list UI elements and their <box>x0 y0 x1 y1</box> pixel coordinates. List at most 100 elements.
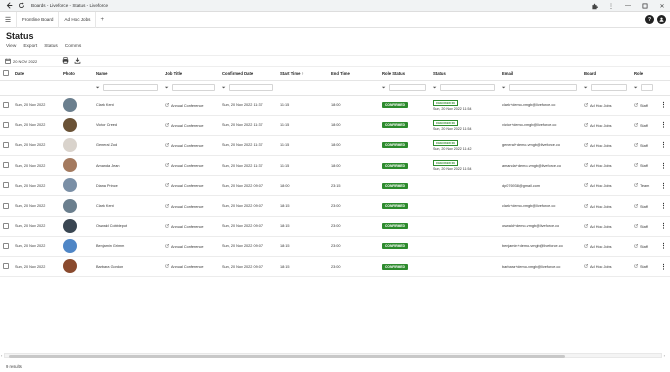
help-button[interactable]: ? <box>645 15 654 24</box>
cell-job-title[interactable]: Annual Conference <box>162 155 219 177</box>
scrollbar-thumb[interactable] <box>9 355 565 358</box>
scroll-left-icon[interactable]: ‹ <box>1 353 2 358</box>
cell-board[interactable]: Ad Hoc Jobs <box>581 115 631 136</box>
cell-role[interactable]: Staff <box>631 236 657 258</box>
row-checkbox[interactable] <box>3 202 9 209</box>
cell-role[interactable]: Staff <box>631 95 657 116</box>
menu-comms[interactable]: Comms <box>65 44 82 49</box>
select-all-checkbox[interactable] <box>3 69 9 76</box>
tab-frontline-board[interactable]: Frontline Board <box>16 11 60 28</box>
col-job-title[interactable]: Job Title <box>162 67 219 81</box>
table-row[interactable]: Sun, 20 Nov 2022 General Zod Annual Conf… <box>0 135 670 157</box>
scroll-right-icon[interactable]: › <box>664 353 665 358</box>
row-checkbox[interactable] <box>3 182 9 189</box>
col-photo[interactable]: Photo <box>60 67 93 81</box>
cell-board[interactable]: Ad Hoc Jobs <box>581 135 631 157</box>
row-actions-icon[interactable]: ⋮ <box>660 264 667 271</box>
download-icon[interactable] <box>74 57 81 65</box>
extensions-icon[interactable] <box>590 2 598 10</box>
row-actions-icon[interactable]: ⋮ <box>660 163 667 170</box>
filter-icon[interactable]: ⏷ <box>634 85 638 90</box>
row-checkbox[interactable] <box>3 222 9 229</box>
row-checkbox[interactable] <box>3 162 9 169</box>
row-checkbox[interactable] <box>3 141 9 148</box>
row-actions-icon[interactable]: ⋮ <box>660 203 667 210</box>
cell-name[interactable]: Barbara Gordon <box>93 256 162 278</box>
col-end-time[interactable]: End Time <box>328 67 379 81</box>
menu-view[interactable]: View <box>6 44 16 49</box>
cell-role[interactable]: Staff <box>631 135 657 157</box>
table-row[interactable]: Sun, 20 Nov 2022 Clark Kent Annual Confe… <box>0 195 670 217</box>
table-row[interactable]: Sun, 20 Nov 2022 Benjamin Grimm Annual C… <box>0 236 670 258</box>
filter-icon[interactable]: ⏷ <box>433 85 437 90</box>
email-filter-input[interactable] <box>508 84 577 91</box>
col-role-status[interactable]: Role Status <box>379 67 430 81</box>
cell-board[interactable]: Ad Hoc Jobs <box>581 155 631 177</box>
col-start-time[interactable]: Start Time ↑ <box>277 67 328 81</box>
cell-board[interactable]: Ad Hoc Jobs <box>581 95 631 116</box>
cell-name[interactable]: General Zod <box>93 135 162 157</box>
col-status[interactable]: Status <box>430 67 499 81</box>
col-board[interactable]: Board <box>581 67 631 81</box>
cell-name[interactable]: Oswald Cobblepot <box>93 216 162 237</box>
cell-board[interactable]: Ad Hoc Jobs <box>581 175 631 197</box>
back-icon[interactable] <box>5 2 13 10</box>
cell-role[interactable]: Staff <box>631 216 657 237</box>
role-status-filter-input[interactable] <box>388 84 426 91</box>
board-filter-input[interactable] <box>590 84 627 91</box>
cell-job-title[interactable]: Annual Conference <box>162 115 219 136</box>
col-name[interactable]: Name <box>93 67 162 81</box>
cell-job-title[interactable]: Annual Conference <box>162 135 219 157</box>
job-title-filter-input[interactable] <box>171 84 215 91</box>
cell-job-title[interactable]: Annual Conference <box>162 236 219 258</box>
confirmed-date-filter-input[interactable] <box>228 84 273 91</box>
filter-icon[interactable]: ⏷ <box>222 85 226 90</box>
cell-job-title[interactable]: Annual Conference <box>162 195 219 217</box>
cell-board[interactable]: Ad Hoc Jobs <box>581 236 631 258</box>
menu-export[interactable]: Export <box>23 44 37 49</box>
cell-name[interactable]: Clark Kent <box>93 195 162 217</box>
status-filter-input[interactable] <box>439 84 495 91</box>
row-actions-icon[interactable]: ⋮ <box>660 142 667 149</box>
col-email[interactable]: Email <box>499 67 581 81</box>
row-actions-icon[interactable]: ⋮ <box>660 223 667 230</box>
cell-job-title[interactable]: Annual Conference <box>162 256 219 278</box>
row-checkbox[interactable] <box>3 242 9 249</box>
user-avatar-button[interactable] <box>657 15 666 24</box>
menu-status[interactable]: Status <box>44 44 58 49</box>
cell-board[interactable]: Ad Hoc Jobs <box>581 195 631 217</box>
row-actions-icon[interactable]: ⋮ <box>660 183 667 190</box>
row-actions-icon[interactable]: ⋮ <box>660 122 667 129</box>
cell-role[interactable]: Staff <box>631 115 657 136</box>
table-row[interactable]: Sun, 20 Nov 2022 Clark Kent Annual Confe… <box>0 95 670 116</box>
role-filter-input[interactable] <box>640 84 653 91</box>
row-checkbox[interactable] <box>3 263 9 270</box>
table-row[interactable]: Sun, 20 Nov 2022 Amanda Jean Annual Conf… <box>0 155 670 177</box>
row-checkbox[interactable] <box>3 101 9 108</box>
cell-role[interactable]: Staff <box>631 195 657 217</box>
table-row[interactable]: Sun, 20 Nov 2022 Diana Prince Annual Con… <box>0 175 670 197</box>
refresh-icon[interactable] <box>17 2 25 10</box>
cell-board[interactable]: Ad Hoc Jobs <box>581 256 631 278</box>
cell-name[interactable]: Amanda Jean <box>93 155 162 177</box>
filter-icon[interactable]: ⏷ <box>96 85 100 90</box>
cell-name[interactable]: Clark Kent <box>93 95 162 116</box>
filter-icon[interactable]: ⏷ <box>165 85 169 90</box>
col-date[interactable]: Date <box>12 67 60 81</box>
filter-icon[interactable]: ⏷ <box>502 85 506 90</box>
cell-role[interactable]: Staff <box>631 256 657 278</box>
print-icon[interactable] <box>62 57 69 65</box>
row-actions-icon[interactable]: ⋮ <box>660 243 667 250</box>
row-actions-icon[interactable]: ⋮ <box>660 102 667 109</box>
cell-name[interactable]: Victor Creed <box>93 115 162 136</box>
cell-name[interactable]: Benjamin Grimm <box>93 236 162 258</box>
kebab-menu-icon[interactable]: ⋮ <box>607 2 615 10</box>
minimize-icon[interactable]: — <box>624 2 632 10</box>
cell-job-title[interactable]: Annual Conference <box>162 216 219 237</box>
col-confirmed-date[interactable]: Confirmed Date <box>219 67 277 81</box>
hamburger-menu-icon[interactable]: ☰ <box>0 16 16 24</box>
add-tab-button[interactable]: + <box>96 17 108 23</box>
name-filter-input[interactable] <box>102 84 158 91</box>
table-row[interactable]: Sun, 20 Nov 2022 Barbara Gordon Annual C… <box>0 256 670 278</box>
cell-role[interactable]: Staff <box>631 155 657 177</box>
